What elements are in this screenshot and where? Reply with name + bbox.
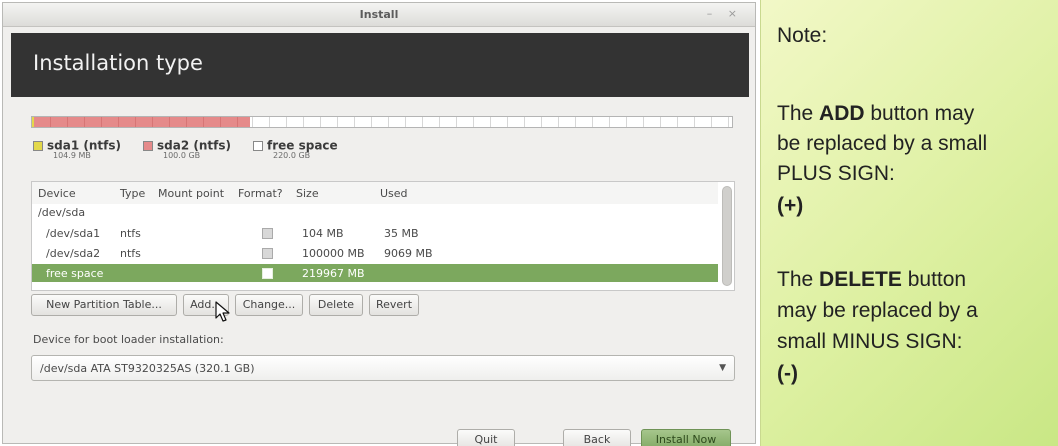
row-type: ntfs bbox=[120, 247, 141, 260]
quit-button[interactable]: Quit bbox=[457, 429, 515, 446]
column-used[interactable]: Used bbox=[380, 187, 408, 200]
legend-item-sda1: sda1 (ntfs) 104.9 MB bbox=[33, 135, 121, 160]
page-title: Installation type bbox=[33, 51, 203, 75]
note-title: Note: bbox=[777, 24, 828, 47]
legend-item-sda2: sda2 (ntfs) 100.0 GB bbox=[143, 135, 231, 160]
disk-usage-bar bbox=[31, 116, 733, 128]
row-size: 100000 MB bbox=[302, 247, 365, 260]
legend-size: 104.9 MB bbox=[53, 151, 91, 160]
column-type[interactable]: Type bbox=[120, 187, 145, 200]
table-row-disk[interactable]: /dev/sda bbox=[32, 204, 718, 222]
delete-button[interactable]: Delete bbox=[309, 294, 363, 316]
disk-name: /dev/sda bbox=[38, 206, 86, 219]
legend-swatch bbox=[253, 140, 263, 151]
window-title: Install bbox=[359, 8, 399, 21]
window-controls[interactable]: – × bbox=[707, 7, 743, 20]
note-panel: Note: The ADD button may be replaced by … bbox=[760, 0, 1058, 446]
format-checkbox[interactable] bbox=[262, 228, 273, 239]
boot-loader-device-value: /dev/sda ATA ST9320325AS (320.1 GB) bbox=[40, 362, 255, 375]
table-row[interactable]: /dev/sda2 ntfs 100000 MB 9069 MB bbox=[32, 244, 718, 262]
dropdown-arrow-icon: ▼ bbox=[719, 363, 726, 373]
legend-item-free-space: free space 220.0 GB bbox=[253, 135, 338, 160]
new-partition-table-button[interactable]: New Partition Table... bbox=[31, 294, 177, 316]
column-format[interactable]: Format? bbox=[238, 187, 283, 200]
note-text: The bbox=[777, 268, 820, 291]
note-text: button may bbox=[864, 102, 975, 125]
note-delete-line-2: may be replaced by a bbox=[777, 299, 978, 322]
table-row[interactable]: /dev/sda1 ntfs 104 MB 35 MB bbox=[32, 224, 718, 242]
title-bar: Install – × bbox=[3, 3, 755, 27]
install-now-button[interactable]: Install Now bbox=[641, 429, 731, 446]
note-add-line-1: The ADD button may bbox=[777, 102, 974, 126]
note-plus-sign: (+) bbox=[777, 194, 804, 217]
disk-segment-sda2 bbox=[34, 117, 250, 127]
revert-button[interactable]: Revert bbox=[369, 294, 419, 316]
row-device: /dev/sda1 bbox=[46, 227, 101, 240]
legend-swatch bbox=[33, 140, 43, 151]
partition-table[interactable]: Device Type Mount point Format? Size Use… bbox=[31, 181, 735, 291]
note-minus-sign: (-) bbox=[777, 362, 798, 385]
note-add-line-3: PLUS SIGN: bbox=[777, 162, 895, 185]
change-button[interactable]: Change... bbox=[235, 294, 303, 316]
note-delete-line-3: small MINUS SIGN: bbox=[777, 330, 963, 353]
legend-size: 220.0 GB bbox=[273, 151, 311, 160]
table-row-selected[interactable]: free space 219967 MB bbox=[32, 264, 718, 282]
mouse-pointer-icon bbox=[215, 301, 230, 322]
row-device: /dev/sda2 bbox=[46, 247, 101, 260]
legend-size: 100.0 GB bbox=[163, 151, 201, 160]
boot-loader-device-select[interactable]: /dev/sda ATA ST9320325AS (320.1 GB) ▼ bbox=[31, 355, 735, 381]
back-button[interactable]: Back bbox=[563, 429, 631, 446]
note-add-keyword: ADD bbox=[819, 102, 865, 125]
row-device: free space bbox=[46, 267, 104, 280]
note-add-line-2: be replaced by a small bbox=[777, 132, 988, 155]
legend-swatch bbox=[143, 140, 153, 151]
format-checkbox[interactable] bbox=[262, 248, 273, 259]
column-mount-point[interactable]: Mount point bbox=[158, 187, 224, 200]
table-scrollbar[interactable] bbox=[722, 186, 732, 286]
row-used: 35 MB bbox=[384, 227, 419, 240]
format-checkbox[interactable] bbox=[262, 268, 273, 279]
note-text: The bbox=[777, 102, 820, 125]
table-header: Device Type Mount point Format? Size Use… bbox=[32, 182, 718, 204]
note-text: button bbox=[901, 268, 967, 291]
note-delete-keyword: DELETE bbox=[819, 268, 902, 291]
column-size[interactable]: Size bbox=[296, 187, 319, 200]
install-window: Install – × Installation type sda1 (ntfs… bbox=[2, 2, 756, 446]
column-device[interactable]: Device bbox=[38, 187, 76, 200]
row-size: 219967 MB bbox=[302, 267, 365, 280]
note-delete-line-1: The DELETE button bbox=[777, 268, 966, 292]
row-type: ntfs bbox=[120, 227, 141, 240]
boot-loader-label: Device for boot loader installation: bbox=[33, 333, 224, 346]
partition-legend: sda1 (ntfs) 104.9 MB sda2 (ntfs) 100.0 G… bbox=[33, 135, 433, 165]
row-size: 104 MB bbox=[302, 227, 344, 240]
row-used: 9069 MB bbox=[384, 247, 433, 260]
page-header: Installation type bbox=[11, 33, 749, 97]
